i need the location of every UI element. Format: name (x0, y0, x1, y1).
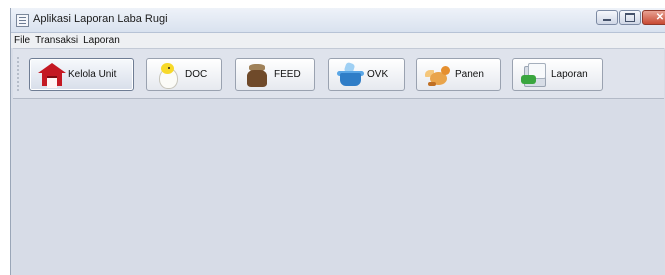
minimize-button[interactable] (596, 10, 618, 25)
laporan-label: Laporan (551, 69, 588, 80)
maximize-button[interactable] (619, 10, 641, 25)
feed-sack-icon (244, 63, 270, 87)
close-icon: ✕ (655, 11, 665, 23)
kelola-unit-button[interactable]: Kelola Unit (29, 58, 134, 91)
ovk-button[interactable]: OVK (328, 58, 405, 91)
laporan-button[interactable]: Laporan (512, 58, 603, 91)
report-icon (521, 62, 547, 87)
app-icon (16, 14, 29, 27)
house-icon (38, 62, 66, 88)
close-button[interactable]: ✕ (642, 10, 665, 25)
title-bar: Aplikasi Laporan Laba Rugi ✕ (11, 8, 665, 33)
menu-transaksi[interactable]: Transaksi (35, 35, 78, 46)
panen-button[interactable]: Panen (416, 58, 501, 91)
medicine-bag-icon (337, 61, 364, 87)
doc-label: DOC (185, 69, 208, 80)
feed-label: FEED (274, 69, 301, 80)
minimize-icon (603, 19, 611, 21)
window-title: Aplikasi Laporan Laba Rugi (33, 13, 168, 25)
toolbar: Kelola Unit DOC FEED OVK Panen Laporan (13, 48, 664, 99)
ovk-label: OVK (367, 69, 389, 80)
bird-icon (425, 63, 451, 87)
window-controls: ✕ (596, 10, 665, 26)
menu-file[interactable]: File (14, 35, 30, 46)
doc-button[interactable]: DOC (146, 58, 222, 91)
app-window: Aplikasi Laporan Laba Rugi ✕ File Transa… (10, 8, 665, 275)
kelola-unit-label: Kelola Unit (68, 69, 117, 80)
panen-label: Panen (455, 69, 484, 80)
main-content-area (13, 100, 664, 275)
toolbar-grip[interactable] (17, 56, 19, 92)
menu-laporan[interactable]: Laporan (83, 35, 120, 46)
maximize-icon (625, 13, 635, 22)
menu-bar: File Transaksi Laporan (11, 33, 665, 48)
feed-button[interactable]: FEED (235, 58, 315, 91)
chick-egg-icon (155, 62, 181, 89)
